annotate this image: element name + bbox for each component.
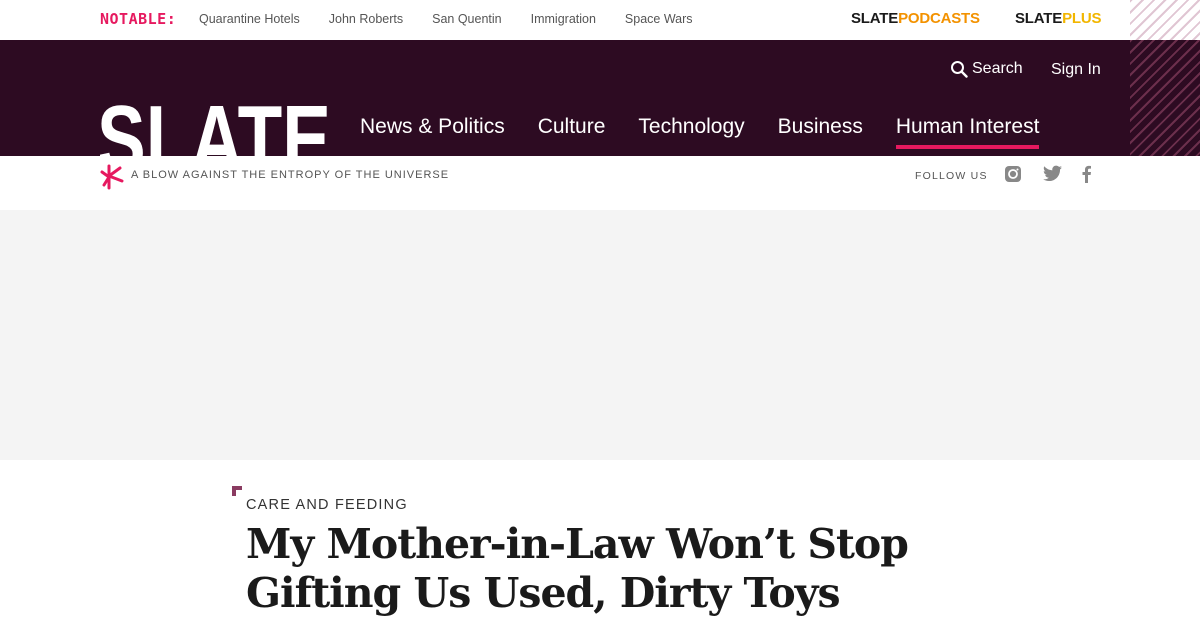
site-tagline: A BLOW AGAINST THE ENTROPY OF THE UNIVER… (131, 169, 450, 181)
search-label: Search (972, 60, 1023, 77)
main-nav: News & Politics Culture Technology Busin… (360, 115, 1072, 149)
nav-news-politics[interactable]: News & Politics (360, 115, 505, 145)
nav-technology[interactable]: Technology (638, 115, 744, 145)
tagline-row: A BLOW AGAINST THE ENTROPY OF THE UNIVER… (0, 156, 1200, 210)
notable-link-quarantine-hotels[interactable]: Quarantine Hotels (199, 12, 300, 26)
podcasts-label: PODCASTS (898, 10, 980, 27)
top-bar: NOTABLE: Quarantine Hotels John Roberts … (0, 0, 1200, 40)
slate-plus-link[interactable]: SLATEPLUS (1015, 10, 1101, 27)
slate-logo[interactable]: SLATE (100, 87, 330, 156)
notable-link-immigration[interactable]: Immigration (531, 12, 596, 26)
notable-link-john-roberts[interactable]: John Roberts (329, 12, 403, 26)
search-icon (951, 61, 968, 78)
article-headline: My Mother-in-Law Won’t Stop Gifting Us U… (246, 520, 909, 617)
search-button[interactable]: Search (950, 60, 1023, 78)
section-corner-mark (232, 486, 242, 496)
instagram-icon[interactable] (1004, 165, 1022, 183)
nav-culture[interactable]: Culture (538, 115, 606, 145)
notable-label: NOTABLE: (100, 10, 177, 28)
plus-brand: SLATE (1015, 10, 1063, 27)
decorative-stripes (1130, 40, 1200, 156)
slate-spark-icon (100, 164, 124, 190)
plus-label: PLUS (1062, 10, 1102, 27)
nav-business[interactable]: Business (778, 115, 863, 145)
follow-us-label: FOLLOW US (915, 170, 988, 182)
podcasts-brand: SLATE (851, 10, 899, 27)
notable-link-space-wars[interactable]: Space Wars (625, 12, 693, 26)
twitter-icon[interactable] (1043, 165, 1062, 182)
facebook-icon[interactable] (1080, 165, 1092, 183)
article-kicker[interactable]: CARE AND FEEDING (246, 497, 408, 513)
site-header: Search Sign In SLATE News & Politics Cul… (0, 40, 1130, 156)
notable-link-san-quentin[interactable]: San Quentin (432, 12, 502, 26)
sign-in-button[interactable]: Sign In (1051, 61, 1101, 79)
advertisement-area (0, 210, 1200, 460)
notable-links: Quarantine Hotels John Roberts San Quent… (199, 12, 722, 26)
logo-text: SLATE (100, 87, 330, 156)
nav-human-interest[interactable]: Human Interest (895, 115, 1039, 149)
decorative-stripes-top (1130, 0, 1200, 40)
slate-podcasts-link[interactable]: SLATEPODCASTS (851, 10, 980, 27)
